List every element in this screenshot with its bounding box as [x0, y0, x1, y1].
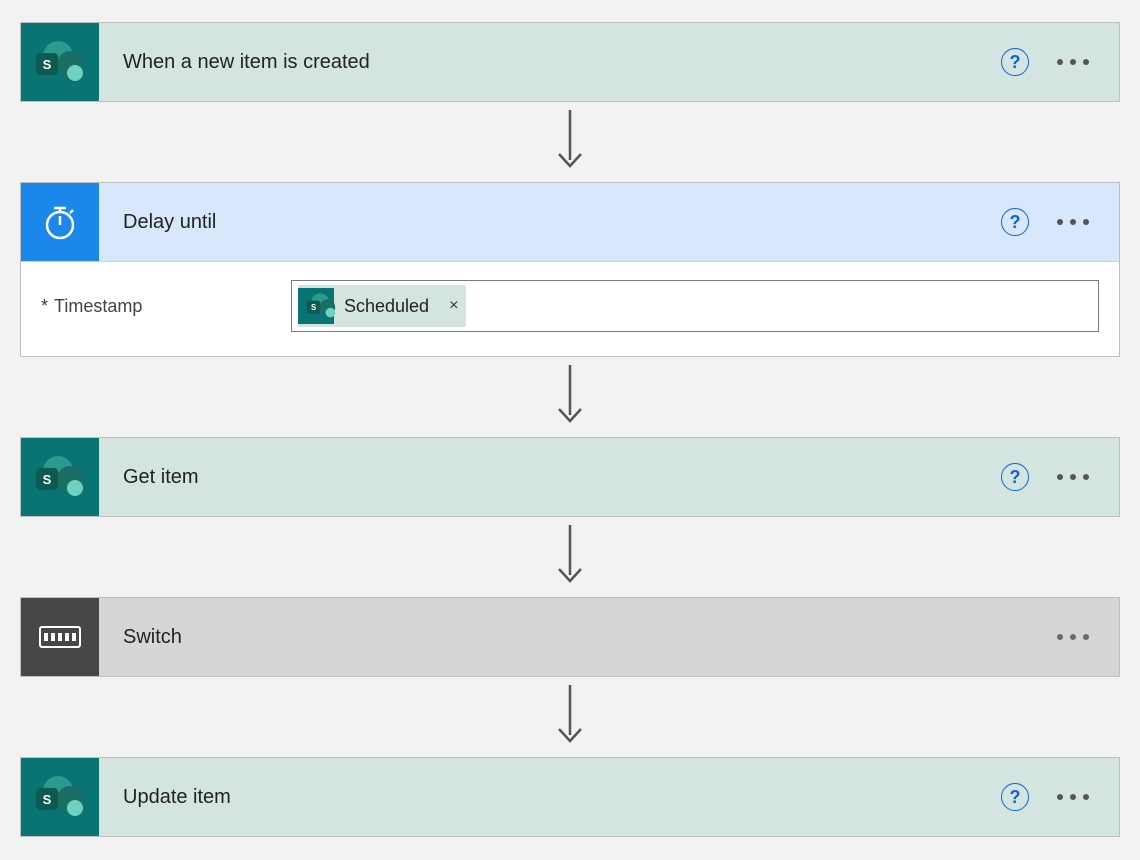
step-actions — [1057, 634, 1119, 640]
step-title: Get item — [99, 466, 1001, 489]
help-icon[interactable]: ? — [1001, 48, 1029, 76]
sharepoint-icon: S — [21, 438, 99, 516]
step-delay-until[interactable]: Delay until ? *Timestamp S Schedul — [20, 182, 1120, 357]
step-header[interactable]: S Get item ? — [21, 438, 1119, 516]
help-icon[interactable]: ? — [1001, 783, 1029, 811]
more-menu-icon[interactable] — [1057, 59, 1089, 65]
step-title: Delay until — [99, 211, 1001, 234]
step-header[interactable]: Switch — [21, 598, 1119, 676]
help-icon[interactable]: ? — [1001, 208, 1029, 236]
step-actions: ? — [1001, 783, 1119, 811]
delay-config-panel: *Timestamp S Scheduled × — [21, 261, 1119, 356]
token-remove-icon[interactable]: × — [449, 297, 458, 315]
flow-arrow — [20, 108, 1120, 176]
flow-arrow — [20, 683, 1120, 751]
sharepoint-icon: S — [21, 23, 99, 101]
step-title: Update item — [99, 786, 1001, 809]
step-header[interactable]: S Update item ? — [21, 758, 1119, 836]
flow-arrow — [20, 523, 1120, 591]
step-get-item[interactable]: S Get item ? — [20, 437, 1120, 517]
switch-icon — [21, 598, 99, 676]
token-label: Scheduled — [344, 296, 435, 317]
help-icon[interactable]: ? — [1001, 463, 1029, 491]
sharepoint-icon: S — [298, 288, 334, 324]
timestamp-input[interactable]: S Scheduled × — [291, 280, 1099, 332]
step-switch[interactable]: Switch — [20, 597, 1120, 677]
stopwatch-icon — [21, 183, 99, 261]
step-title: Switch — [99, 626, 1057, 649]
flow-arrow — [20, 363, 1120, 431]
more-menu-icon[interactable] — [1057, 474, 1089, 480]
step-actions: ? — [1001, 208, 1119, 236]
step-header[interactable]: S When a new item is created ? — [21, 23, 1119, 101]
step-actions: ? — [1001, 48, 1119, 76]
step-actions: ? — [1001, 463, 1119, 491]
more-menu-icon[interactable] — [1057, 634, 1089, 640]
more-menu-icon[interactable] — [1057, 794, 1089, 800]
timestamp-label: *Timestamp — [41, 296, 271, 317]
more-menu-icon[interactable] — [1057, 219, 1089, 225]
step-trigger[interactable]: S When a new item is created ? — [20, 22, 1120, 102]
step-title: When a new item is created — [99, 51, 1001, 74]
flow-canvas: S When a new item is created ? — [0, 0, 1140, 860]
dynamic-token-scheduled[interactable]: S Scheduled × — [298, 285, 466, 327]
step-header[interactable]: Delay until ? — [21, 183, 1119, 261]
step-update-item[interactable]: S Update item ? — [20, 757, 1120, 837]
sharepoint-icon: S — [21, 758, 99, 836]
